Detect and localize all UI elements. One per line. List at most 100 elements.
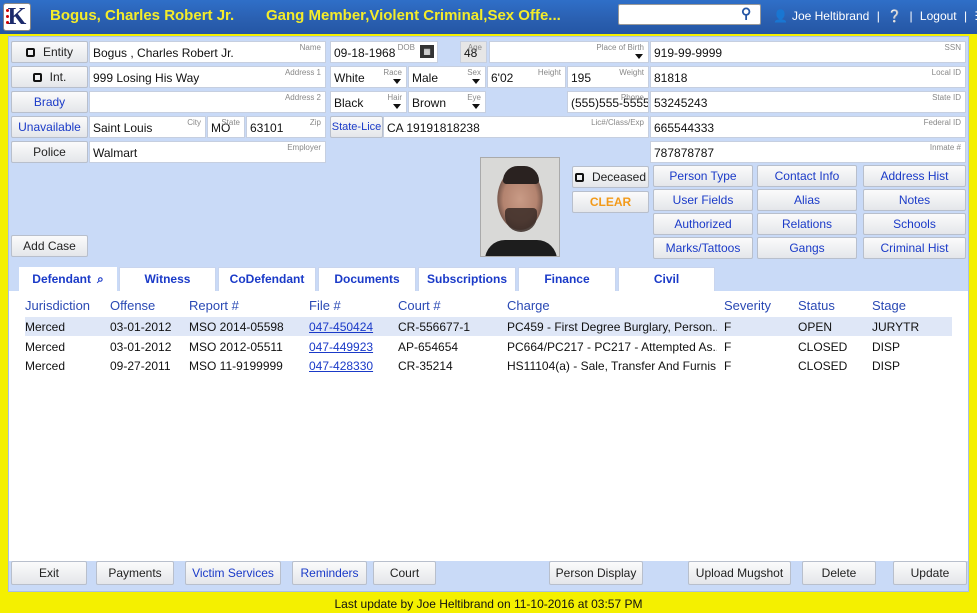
ssn-field[interactable]: 919-99-9999 SSN xyxy=(650,41,966,63)
court-button[interactable]: Court xyxy=(373,561,436,585)
table-cell: F xyxy=(724,359,732,373)
address-histbutton[interactable]: Address Hist xyxy=(863,165,966,187)
height-field[interactable]: 6'02 Height xyxy=(487,66,566,88)
weight-field[interactable]: 195 Weight xyxy=(567,66,649,88)
local-id-label: Local ID xyxy=(931,68,961,77)
app-logo[interactable]: K xyxy=(3,3,31,31)
inmate-number-field[interactable]: 787878787 Inmate # xyxy=(650,141,966,163)
local-id-field[interactable]: 81818 Local ID xyxy=(650,66,966,88)
employer-label: Employer xyxy=(287,143,321,152)
city-field[interactable]: Saint Louis City xyxy=(89,116,206,138)
file-link[interactable]: 047-450424 xyxy=(309,320,394,334)
aliasbutton[interactable]: Alias xyxy=(757,189,857,211)
height-value: 6'02 xyxy=(491,71,514,85)
notesbutton[interactable]: Notes xyxy=(863,189,966,211)
relationsbutton[interactable]: Relations xyxy=(757,213,857,235)
person-typebutton[interactable]: Person Type xyxy=(653,165,753,187)
race-select[interactable]: White Race xyxy=(330,66,407,88)
tab-codefendant[interactable]: CoDefendant xyxy=(218,267,316,291)
logout-link[interactable]: Logout xyxy=(920,9,957,23)
checkbox-icon xyxy=(574,173,584,182)
address1-field[interactable]: 999 Losing His Way Address 1 xyxy=(89,66,326,88)
employer-field[interactable]: Walmart Employer xyxy=(89,141,326,163)
user-fieldsbutton[interactable]: User Fields xyxy=(653,189,753,211)
file-link[interactable]: 047-449923 xyxy=(309,340,394,354)
eye-label: Eye xyxy=(467,93,481,102)
phone-field[interactable]: (555)555-5555 Phone xyxy=(567,91,649,113)
authorizedbutton[interactable]: Authorized xyxy=(653,213,753,235)
file-link[interactable]: 047-428330 xyxy=(309,359,394,373)
police-button[interactable]: Police xyxy=(11,141,88,163)
brady-button[interactable]: Brady xyxy=(11,91,88,113)
table-cell: MSO 2012-05511 xyxy=(189,339,283,354)
unavailable-button[interactable]: Unavailable xyxy=(11,116,88,138)
table-cell: 03-01-2012 xyxy=(110,339,172,354)
victim-services-button[interactable]: Victim Services xyxy=(185,561,281,585)
table-cell: AP-654654 xyxy=(398,339,459,354)
table-row[interactable]: Merced 03-01-2012 MSO 2012-05511 047-449923… xyxy=(25,337,952,356)
chevron-down-icon xyxy=(472,79,480,84)
column-header-file[interactable]: File # xyxy=(309,298,341,313)
license-label: Lic#/Class/Exp xyxy=(591,118,644,127)
state-license-button[interactable]: State-Lice xyxy=(330,116,383,138)
upload-mugshot-button[interactable]: Upload Mugshot xyxy=(688,561,791,585)
table-row[interactable]: Merced 03-01-2012 MSO 2014-05598 047-450424… xyxy=(25,317,952,336)
payments-button[interactable]: Payments xyxy=(96,561,174,585)
clear-button[interactable]: CLEAR xyxy=(572,191,649,213)
eye-select[interactable]: Brown Eye xyxy=(408,91,486,113)
mugshot-photo[interactable] xyxy=(480,157,560,257)
chevron-down-icon xyxy=(393,104,401,109)
column-header-jurisdiction[interactable]: Jurisdiction xyxy=(25,298,90,313)
address2-field[interactable]: Address 2 xyxy=(89,91,326,113)
address1-label: Address 1 xyxy=(284,68,321,77)
search-icon[interactable]: ⚲ xyxy=(741,5,751,22)
column-header-court[interactable]: Court # xyxy=(398,298,441,313)
tab-documents[interactable]: Documents xyxy=(318,267,416,291)
add-case-button[interactable]: Add Case xyxy=(11,235,88,257)
update-button[interactable]: Update xyxy=(893,561,967,585)
gangsbutton[interactable]: Gangs xyxy=(757,237,857,259)
user-name[interactable]: Joe Heltibrand xyxy=(792,9,869,23)
int-checkbox[interactable]: Int. xyxy=(11,66,88,88)
sex-select[interactable]: Male Sex xyxy=(408,66,486,88)
help-icon[interactable]: ❔ xyxy=(887,9,902,23)
reminders-button[interactable]: Reminders xyxy=(292,561,367,585)
magnifier-icon[interactable]: ⌕ xyxy=(97,272,104,286)
person-display-button[interactable]: Person Display xyxy=(549,561,643,585)
table-row[interactable]: Merced 09-27-2011 MSO 11-9199999 047-428330… xyxy=(25,356,952,375)
criminal-histbutton[interactable]: Criminal Hist xyxy=(863,237,966,259)
zip-field[interactable]: 63101 Zip xyxy=(246,116,326,138)
tab-finance[interactable]: Finance xyxy=(518,267,616,291)
deceased-checkbox[interactable]: Deceased xyxy=(572,166,649,188)
federal-id-value: 665544333 xyxy=(654,121,715,135)
marks-tattoosbutton[interactable]: Marks/Tattoos xyxy=(653,237,753,259)
hair-select[interactable]: Black Hair xyxy=(330,91,407,113)
search-input[interactable] xyxy=(618,4,761,25)
dob-field[interactable]: 09-18-1968 DOB ▦ xyxy=(330,41,438,63)
license-value: CA 19191818238 xyxy=(387,121,480,135)
column-header-stage[interactable]: Stage xyxy=(872,298,906,313)
tab-civil[interactable]: Civil xyxy=(618,267,715,291)
tab-witness[interactable]: Witness xyxy=(119,267,216,291)
state-field[interactable]: MO State xyxy=(207,116,245,138)
schoolsbutton[interactable]: Schools xyxy=(863,213,966,235)
deceased-label: Deceased xyxy=(591,170,647,184)
state-id-field[interactable]: 53245243 State ID xyxy=(650,91,966,113)
federal-id-field[interactable]: 665544333 Federal ID xyxy=(650,116,966,138)
column-header-severity[interactable]: Severity xyxy=(724,298,771,313)
contact-infobutton[interactable]: Contact Info xyxy=(757,165,857,187)
exit-button[interactable]: Exit xyxy=(11,561,87,585)
place-of-birth-select[interactable]: Place of Birth xyxy=(489,41,649,63)
table-cell: CR-35214 xyxy=(398,359,453,373)
tab-subscriptions[interactable]: Subscriptions xyxy=(418,267,516,291)
name-field[interactable]: Bogus , Charles Robert Jr. Name xyxy=(89,41,326,63)
column-header-report[interactable]: Report # xyxy=(189,298,239,313)
tab-defendant[interactable]: Defendant ⌕ xyxy=(19,267,117,291)
entity-checkbox[interactable]: Entity xyxy=(11,41,88,63)
license-field[interactable]: CA 19191818238 Lic#/Class/Exp xyxy=(383,116,649,138)
column-header-status[interactable]: Status xyxy=(798,298,835,313)
column-header-offense[interactable]: Offense xyxy=(110,298,155,313)
calendar-icon[interactable]: ▦ xyxy=(420,45,434,58)
column-header-charge[interactable]: Charge xyxy=(507,298,550,313)
delete-button[interactable]: Delete xyxy=(802,561,876,585)
